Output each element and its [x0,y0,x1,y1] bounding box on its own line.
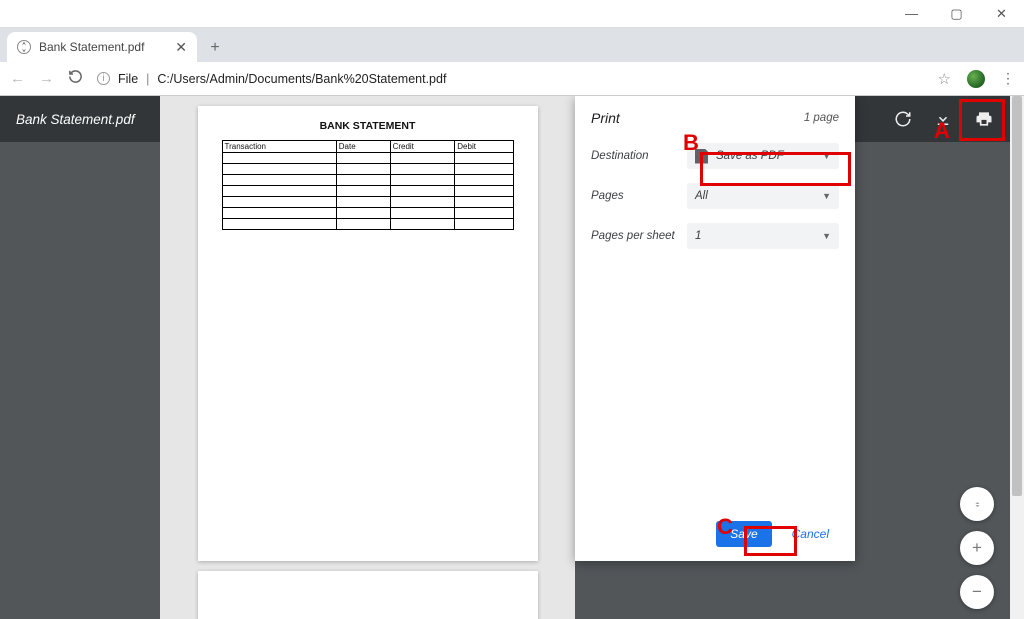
col-date: Date [336,141,390,153]
cancel-button[interactable]: Cancel [782,521,839,547]
browser-tab[interactable]: Bank Statement.pdf ✕ [7,32,197,62]
vertical-scrollbar[interactable] [1010,96,1024,619]
tab-close-icon[interactable]: ✕ [175,39,187,56]
window-close[interactable]: ✕ [979,0,1024,28]
pages-per-sheet-label: Pages per sheet [591,230,687,242]
destination-label: Destination [591,150,687,162]
dropdown-icon: ▼ [822,231,831,241]
browser-menu-icon[interactable]: ⋮ [1001,70,1014,87]
pages-per-sheet-value: 1 [695,230,701,242]
dropdown-icon: ▼ [822,191,831,201]
url-path: C:/Users/Admin/Documents/Bank%20Statemen… [157,72,446,86]
col-credit: Credit [390,141,455,153]
info-icon[interactable]: i [97,72,110,85]
col-debit: Debit [455,141,513,153]
print-icon[interactable] [974,109,994,129]
forward-button[interactable]: → [39,70,54,87]
preview-page-1: BANK STATEMENT Transaction Date Credit D… [198,106,538,561]
tab-title: Bank Statement.pdf [39,40,144,54]
pages-label: Pages [591,190,687,202]
pdf-file-title: Bank Statement.pdf [16,112,135,127]
reload-button[interactable] [68,69,83,88]
address-bar: ← → i File | C:/Users/Admin/Documents/Ba… [0,62,1024,96]
window-titlebar: — ▢ ✕ [0,0,1024,28]
pages-per-sheet-select[interactable]: 1 ▼ [687,223,839,249]
preview-page-2 [198,571,538,619]
fit-page-button[interactable] [960,487,994,521]
destination-select[interactable]: Save as PDF ▼ [687,143,839,169]
rotate-icon[interactable] [894,110,912,128]
save-button[interactable]: Save [716,521,771,547]
statement-table: Transaction Date Credit Debit [222,140,514,230]
print-preview: BANK STATEMENT Transaction Date Credit D… [160,96,575,619]
print-heading: Print [591,110,620,126]
destination-value: Save as PDF [716,150,784,162]
print-page-count: 1 page [804,112,839,124]
globe-icon [17,40,31,54]
col-transaction: Transaction [222,141,336,153]
pdf-file-icon [695,149,708,164]
new-tab-button[interactable]: + [201,34,229,62]
window-minimize[interactable]: — [889,0,934,28]
profile-avatar[interactable] [967,70,985,88]
print-dialog: Print 1 page Destination Save as PDF ▼ P… [575,96,855,561]
pdf-viewer: Bank Statement.pdf BANK STATEMENT Transa… [0,96,1024,619]
doc-heading: BANK STATEMENT [222,120,514,132]
scrollbar-thumb[interactable] [1012,96,1022,496]
url-field[interactable]: i File | C:/Users/Admin/Documents/Bank%2… [97,72,924,86]
pages-value: All [695,190,708,202]
download-icon[interactable] [934,110,952,128]
bookmark-icon[interactable]: ☆ [938,70,951,88]
tab-strip: Bank Statement.pdf ✕ + [0,28,1024,62]
zoom-out-button[interactable]: − [960,575,994,609]
window-maximize[interactable]: ▢ [934,0,979,28]
zoom-in-button[interactable]: + [960,531,994,565]
zoom-controls: + − [960,487,994,609]
back-button[interactable]: ← [10,70,25,87]
pages-select[interactable]: All ▼ [687,183,839,209]
dropdown-icon: ▼ [822,151,831,161]
url-scheme: File [118,72,138,86]
